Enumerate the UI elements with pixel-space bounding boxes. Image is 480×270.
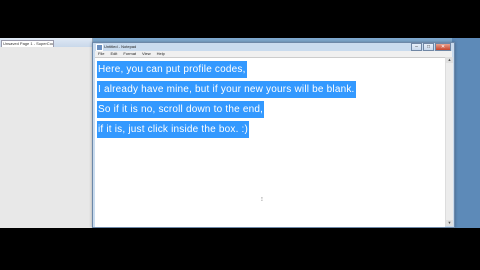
notepad-window[interactable]: Untitled - Notepad – □ ✕ File Edit Forma… — [92, 42, 455, 228]
text-line-4[interactable]: if it is, just click inside the box. :) — [97, 121, 250, 138]
desktop-screen: Unsaved Page 1 - SuperCool Untitled - No… — [0, 38, 480, 228]
background-window-body — [0, 47, 92, 228]
window-controls: – □ ✕ — [410, 43, 451, 51]
text-line: I already have mine, but if your new you… — [97, 79, 356, 99]
text-line-3[interactable]: So if it is no, scroll down to the end, — [97, 101, 265, 118]
scroll-down-arrow-icon[interactable]: ▼ — [446, 220, 453, 226]
close-button[interactable]: ✕ — [435, 43, 451, 51]
notepad-titlebar[interactable]: Untitled - Notepad – □ ✕ — [93, 43, 454, 51]
minimize-button[interactable]: – — [411, 43, 422, 51]
text-line: So if it is no, scroll down to the end, — [97, 99, 356, 119]
selected-text-block[interactable]: Here, you can put profile codes, I alrea… — [97, 59, 356, 139]
text-line-1[interactable]: Here, you can put profile codes, — [97, 61, 247, 78]
text-line-2[interactable]: I already have mine, but if your new you… — [97, 81, 356, 98]
mouse-cursor-icon: ⁝ — [261, 197, 263, 203]
text-line: if it is, just click inside the box. :) — [97, 119, 356, 139]
text-line: Here, you can put profile codes, — [97, 59, 356, 79]
background-browser-window[interactable]: Unsaved Page 1 - SuperCool — [0, 38, 93, 228]
scroll-up-arrow-icon[interactable]: ▲ — [446, 57, 453, 63]
window-title: Untitled - Notepad — [104, 44, 137, 49]
vertical-scrollbar[interactable]: ▲ ▼ — [445, 57, 453, 226]
notepad-icon — [96, 44, 103, 51]
desktop-background — [452, 38, 480, 228]
maximize-button[interactable]: □ — [423, 43, 434, 51]
text-editor-area[interactable]: Here, you can put profile codes, I alrea… — [95, 57, 445, 227]
